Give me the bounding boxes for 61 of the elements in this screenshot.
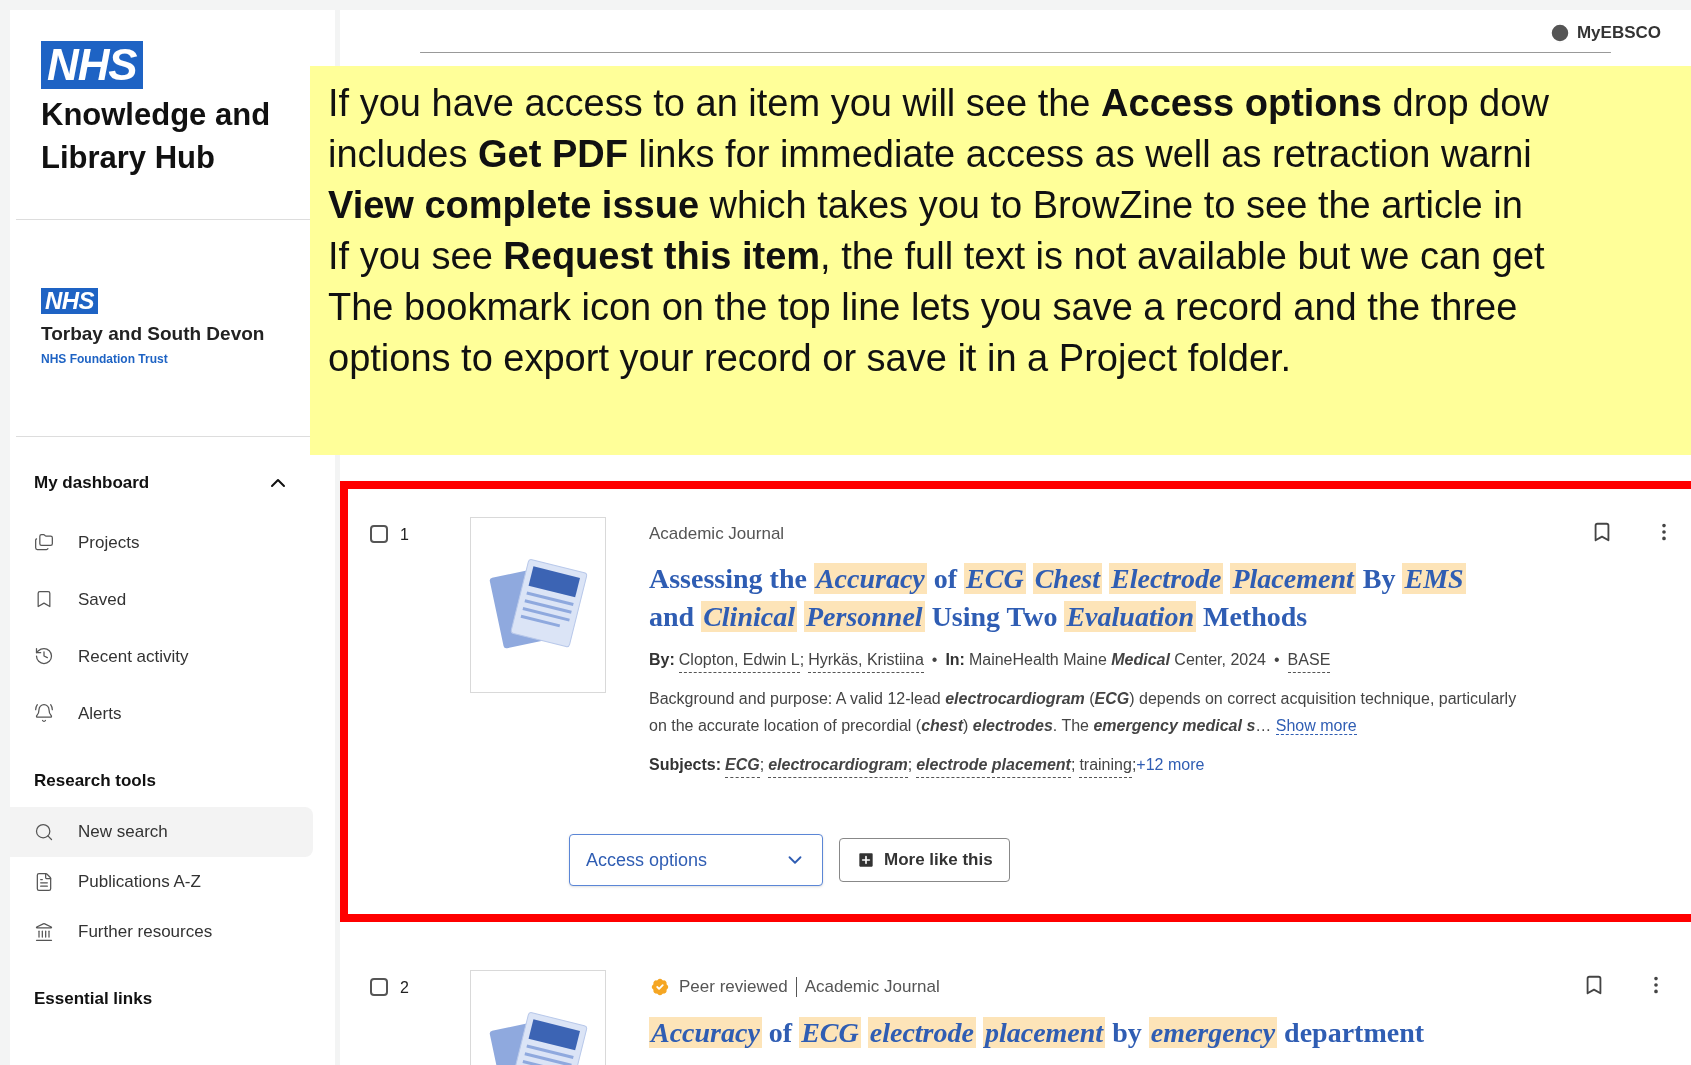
author-link[interactable]: Hyrkäs, Kristiina (808, 648, 924, 673)
more-subjects-link[interactable]: +12 more (1136, 753, 1205, 777)
peer-reviewed-label: Peer reviewed (679, 976, 788, 998)
document-icon (34, 871, 54, 892)
select-checkbox[interactable] (370, 978, 388, 996)
section-heading: Essential links (34, 988, 153, 1010)
subject-link[interactable]: ECG (725, 753, 760, 778)
article-title-link[interactable]: Accuracy of ECG electrode placement by emergency department (649, 1013, 1509, 1052)
abstract-text: Background and purpose: A valid 12-lead electrocardiogram (ECG) depends on correct acquisition technique, particularly on the accurate location of precordial (chest) electrodes. The emergency medical s… Show more (649, 689, 1518, 737)
delimiter: ; (1131, 755, 1137, 775)
by-label: By: (649, 650, 675, 670)
site-title: Knowledge and Library Hub (41, 96, 272, 177)
callout-text-line: If you see Request this item, the full text is not available but we can get (328, 234, 1545, 279)
callout-text-line: View complete issue which takes you to BrowZine to see the article in (328, 183, 1523, 228)
callout-text-line: The bookmark icon on the top line lets you save a record and the three (328, 285, 1518, 330)
result-number: 2 (400, 978, 409, 998)
callout-text-line: includes Get PDF links for immediate access as well as retraction warni (328, 132, 1532, 177)
delimiter: ; (907, 755, 913, 775)
separator-dot: • (1274, 650, 1280, 670)
folders-icon (34, 532, 54, 553)
nhs-logo: NHS (41, 288, 98, 314)
subjects-label: Subjects: (649, 755, 721, 775)
search-icon (34, 821, 54, 842)
result-number: 1 (400, 524, 409, 545)
publication-type: Academic Journal (649, 522, 785, 545)
peer-reviewed-icon (649, 975, 671, 998)
select-checkbox[interactable] (370, 524, 388, 543)
sidebar-item[interactable]: Alerts (10, 687, 313, 739)
separator-dot: • (931, 650, 938, 670)
more-like-this-button[interactable]: More like this (839, 838, 1010, 882)
sidebar-item[interactable]: Recent activity (10, 630, 313, 682)
subject-link[interactable]: training (1079, 753, 1132, 778)
account-link[interactable]: MyEBSCO (1548, 20, 1661, 46)
bank-icon (34, 921, 54, 942)
access-options-dropdown[interactable]: Access options (569, 834, 823, 886)
section-heading: Research tools (34, 770, 156, 792)
author-link[interactable]: Clopton, Edwin L (678, 648, 800, 673)
show-more-link[interactable]: Show more (1275, 717, 1357, 735)
trust-name: Torbay and South Devon (41, 322, 266, 346)
section-heading: My dashboard (34, 472, 150, 494)
sidebar-item[interactable]: Projects (10, 516, 313, 568)
add-square-icon (856, 850, 876, 870)
callout-text-line: options to export your record or save it in a Project folder. (328, 336, 1292, 381)
callout-text-line: If you have access to an item you will see the Access options drop dow (328, 81, 1549, 126)
nhs-logo: NHS (41, 41, 143, 89)
sidebar-item[interactable]: Publications A-Z (10, 856, 313, 907)
publication-type: Academic Journal (804, 976, 940, 998)
source-text: MaineHealth Maine Medical Center, 2024 (968, 650, 1266, 670)
subject-link[interactable]: electrocardiogram (768, 753, 908, 778)
history-icon (34, 646, 54, 667)
sidebar-item[interactable]: Saved (10, 573, 313, 625)
delimiter: ; (759, 755, 765, 775)
subject-link[interactable]: electrode placement (916, 753, 1071, 778)
in-label: In: (945, 650, 965, 670)
sidebar-item[interactable]: New search (10, 806, 313, 857)
database-link[interactable]: BASE (1287, 648, 1331, 673)
article-title-link[interactable]: Assessing the Accuracy of ECG Chest Electrode Placement By EMS and Clinical Personnel Using Two Evaluation Methods (649, 560, 1509, 636)
delimiter: ; (799, 650, 805, 670)
sidebar-item[interactable]: Further resources (10, 906, 313, 957)
bell-icon (34, 703, 54, 724)
trust-subtitle: NHS Foundation Trust (41, 350, 169, 368)
